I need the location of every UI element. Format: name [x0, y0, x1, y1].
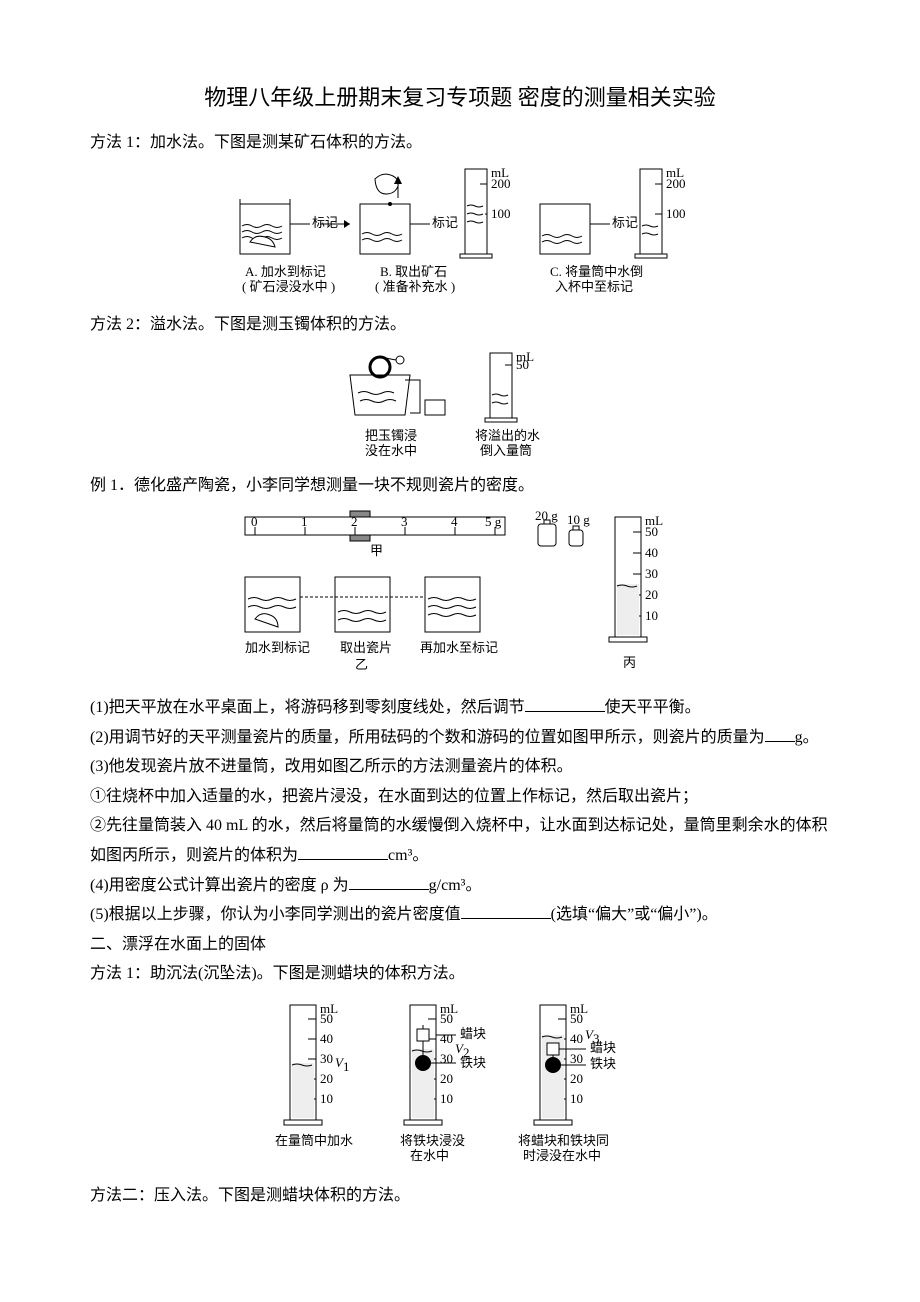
svg-text:倒入量筒: 倒入量筒 — [480, 443, 532, 458]
svg-text:把玉镯浸: 把玉镯浸 — [365, 428, 417, 443]
svg-text:在量筒中加水: 在量筒中加水 — [275, 1133, 353, 1148]
svg-text:C. 将量筒中水倒: C. 将量筒中水倒 — [550, 264, 643, 279]
figure-method1: 标记 标记 mL 200 100 标记 mL 200 — [90, 164, 830, 304]
page-title: 物理八年级上册期末复习专项题 密度的测量相关实验 — [90, 80, 830, 115]
svg-text:取出瓷片: 取出瓷片 — [340, 640, 392, 655]
section2-title: 二、漂浮在水面上的固体 — [90, 932, 830, 958]
svg-text:( 准备补充水 ): ( 准备补充水 ) — [375, 279, 455, 294]
svg-text:10: 10 — [570, 1091, 583, 1106]
method1-title: 方法 1：加水法。下图是测某矿石体积的方法。 — [90, 130, 830, 156]
svg-text:( 矿石浸没水中 ): ( 矿石浸没水中 ) — [242, 279, 335, 294]
svg-text:10: 10 — [320, 1091, 333, 1106]
question-4: (4)用密度公式计算出瓷片的密度 ρ 为 g/cm³。 — [90, 873, 830, 899]
q2-text: (2)用调节好的天平测量瓷片的质量，所用砝码的个数和游码的位置如图甲所示，则瓷片… — [90, 729, 765, 746]
svg-text:将铁块浸没: 将铁块浸没 — [400, 1133, 465, 1148]
svg-text:1: 1 — [301, 514, 308, 529]
figure-method2: mL 50 把玉镯浸 没在水中 将溢出的水 倒入量筒 — [90, 345, 830, 465]
q5-text: (5)根据以上步骤，你认为小李同学测出的瓷片密度值 — [90, 906, 461, 923]
svg-text:标记: 标记 — [432, 215, 458, 230]
question-3-1: ①往烧杯中加入适量的水，把瓷片浸没，在水面到达的位置上作标记，然后取出瓷片； — [90, 784, 830, 810]
svg-text:10: 10 — [645, 608, 658, 623]
svg-text:40: 40 — [320, 1031, 333, 1046]
svg-text:标记: 标记 — [312, 215, 338, 230]
svg-text:加水到标记: 加水到标记 — [245, 640, 310, 655]
q5-tail: (选填“偏大”或“偏小”)。 — [551, 906, 718, 923]
question-3-2a: ②先往量筒装入 40 mL 的水，然后将量筒的水缓慢倒入烧杯中，让水面到达标记处… — [90, 813, 830, 839]
svg-text:1: 1 — [343, 1059, 350, 1074]
svg-text:30: 30 — [570, 1051, 583, 1066]
svg-text:40: 40 — [645, 545, 658, 560]
svg-text:将蜡块和铁块同: 将蜡块和铁块同 — [518, 1133, 609, 1148]
q1-tail: 使天平平衡。 — [605, 699, 701, 716]
svg-text:入杯中至标记: 入杯中至标记 — [555, 279, 633, 294]
svg-text:时浸没在水中: 时浸没在水中 — [523, 1148, 601, 1163]
svg-text:5 g: 5 g — [485, 514, 502, 529]
svg-text:3: 3 — [401, 514, 408, 529]
svg-text:50: 50 — [516, 357, 529, 372]
svg-text:200: 200 — [491, 176, 511, 191]
svg-text:铁块: 铁块 — [590, 1056, 616, 1071]
svg-text:将溢出的水: 将溢出的水 — [475, 428, 540, 443]
svg-text:20 g: 20 g — [535, 508, 558, 523]
svg-text:20: 20 — [570, 1071, 583, 1086]
svg-text:再加水至标记: 再加水至标记 — [420, 640, 498, 655]
svg-text:B. 取出矿石: B. 取出矿石 — [380, 264, 447, 279]
figure-example1: 0 1 2 3 4 5 g 甲 20 g 10 g 加水到标记 — [90, 507, 830, 687]
q1-text: (1)把天平放在水平桌面上，将游码移到零刻度线处，然后调节 — [90, 699, 525, 716]
svg-text:100: 100 — [491, 206, 511, 221]
blank-2[interactable] — [765, 725, 795, 742]
blank-4[interactable] — [349, 873, 429, 890]
question-3-2b: 如图丙所示，则瓷片的体积为 cm³。 — [90, 843, 830, 869]
svg-text:50: 50 — [645, 524, 658, 539]
svg-text:10 g: 10 g — [567, 512, 590, 527]
blank-5[interactable] — [461, 902, 551, 919]
svg-text:甲: 甲 — [370, 543, 383, 558]
blank-3[interactable] — [298, 843, 388, 860]
svg-text:50: 50 — [570, 1011, 583, 1026]
svg-text:4: 4 — [451, 514, 458, 529]
figure-method2-1: mL 50 40 30 20 10 V1 mL 50 40 30 20 10 V… — [90, 995, 830, 1175]
q4-tail: g/cm³。 — [429, 877, 482, 894]
svg-text:50: 50 — [440, 1011, 453, 1026]
svg-text:40: 40 — [440, 1031, 453, 1046]
q2-tail: g。 — [795, 729, 819, 746]
svg-text:10: 10 — [440, 1091, 453, 1106]
svg-text:30: 30 — [645, 566, 658, 581]
svg-text:铁块: 铁块 — [460, 1055, 486, 1070]
example1-title: 例 1．德化盛产陶瓷，小李同学想测量一块不规则瓷片的密度。 — [90, 473, 830, 499]
svg-text:蜡块: 蜡块 — [590, 1040, 616, 1055]
svg-text:50: 50 — [320, 1011, 333, 1026]
q4-text: (4)用密度公式计算出瓷片的密度 ρ 为 — [90, 877, 349, 894]
svg-text:40: 40 — [570, 1031, 583, 1046]
svg-text:30: 30 — [320, 1051, 333, 1066]
method2-1-title: 方法 1：助沉法(沉坠法)。下图是测蜡块的体积方法。 — [90, 961, 830, 987]
question-5: (5)根据以上步骤，你认为小李同学测出的瓷片密度值 (选填“偏大”或“偏小”)。 — [90, 902, 830, 928]
svg-text:标记: 标记 — [612, 215, 638, 230]
q3-2-tail: cm³。 — [388, 847, 428, 864]
question-3: (3)他发现瓷片放不进量筒，改用如图乙所示的方法测量瓷片的体积。 — [90, 754, 830, 780]
svg-text:100: 100 — [666, 206, 686, 221]
svg-text:20: 20 — [440, 1071, 453, 1086]
svg-text:20: 20 — [645, 587, 658, 602]
blank-1[interactable] — [525, 695, 605, 712]
svg-text:200: 200 — [666, 176, 686, 191]
svg-text:A. 加水到标记: A. 加水到标记 — [245, 264, 326, 279]
svg-text:20: 20 — [320, 1071, 333, 1086]
method2-title: 方法 2：溢水法。下图是测玉镯体积的方法。 — [90, 312, 830, 338]
svg-text:丙: 丙 — [623, 655, 636, 670]
svg-text:30: 30 — [440, 1051, 453, 1066]
svg-text:蜡块: 蜡块 — [460, 1026, 486, 1041]
svg-text:在水中: 在水中 — [410, 1148, 449, 1163]
svg-text:乙: 乙 — [355, 657, 368, 672]
q3-2b-text: 如图丙所示，则瓷片的体积为 — [90, 847, 298, 864]
svg-text:0: 0 — [251, 514, 258, 529]
question-2: (2)用调节好的天平测量瓷片的质量，所用砝码的个数和游码的位置如图甲所示，则瓷片… — [90, 725, 830, 751]
method2-2-title: 方法二：压入法。下图是测蜡块体积的方法。 — [90, 1183, 830, 1209]
svg-text:没在水中: 没在水中 — [365, 443, 417, 458]
question-1: (1)把天平放在水平桌面上，将游码移到零刻度线处，然后调节 使天平平衡。 — [90, 695, 830, 721]
